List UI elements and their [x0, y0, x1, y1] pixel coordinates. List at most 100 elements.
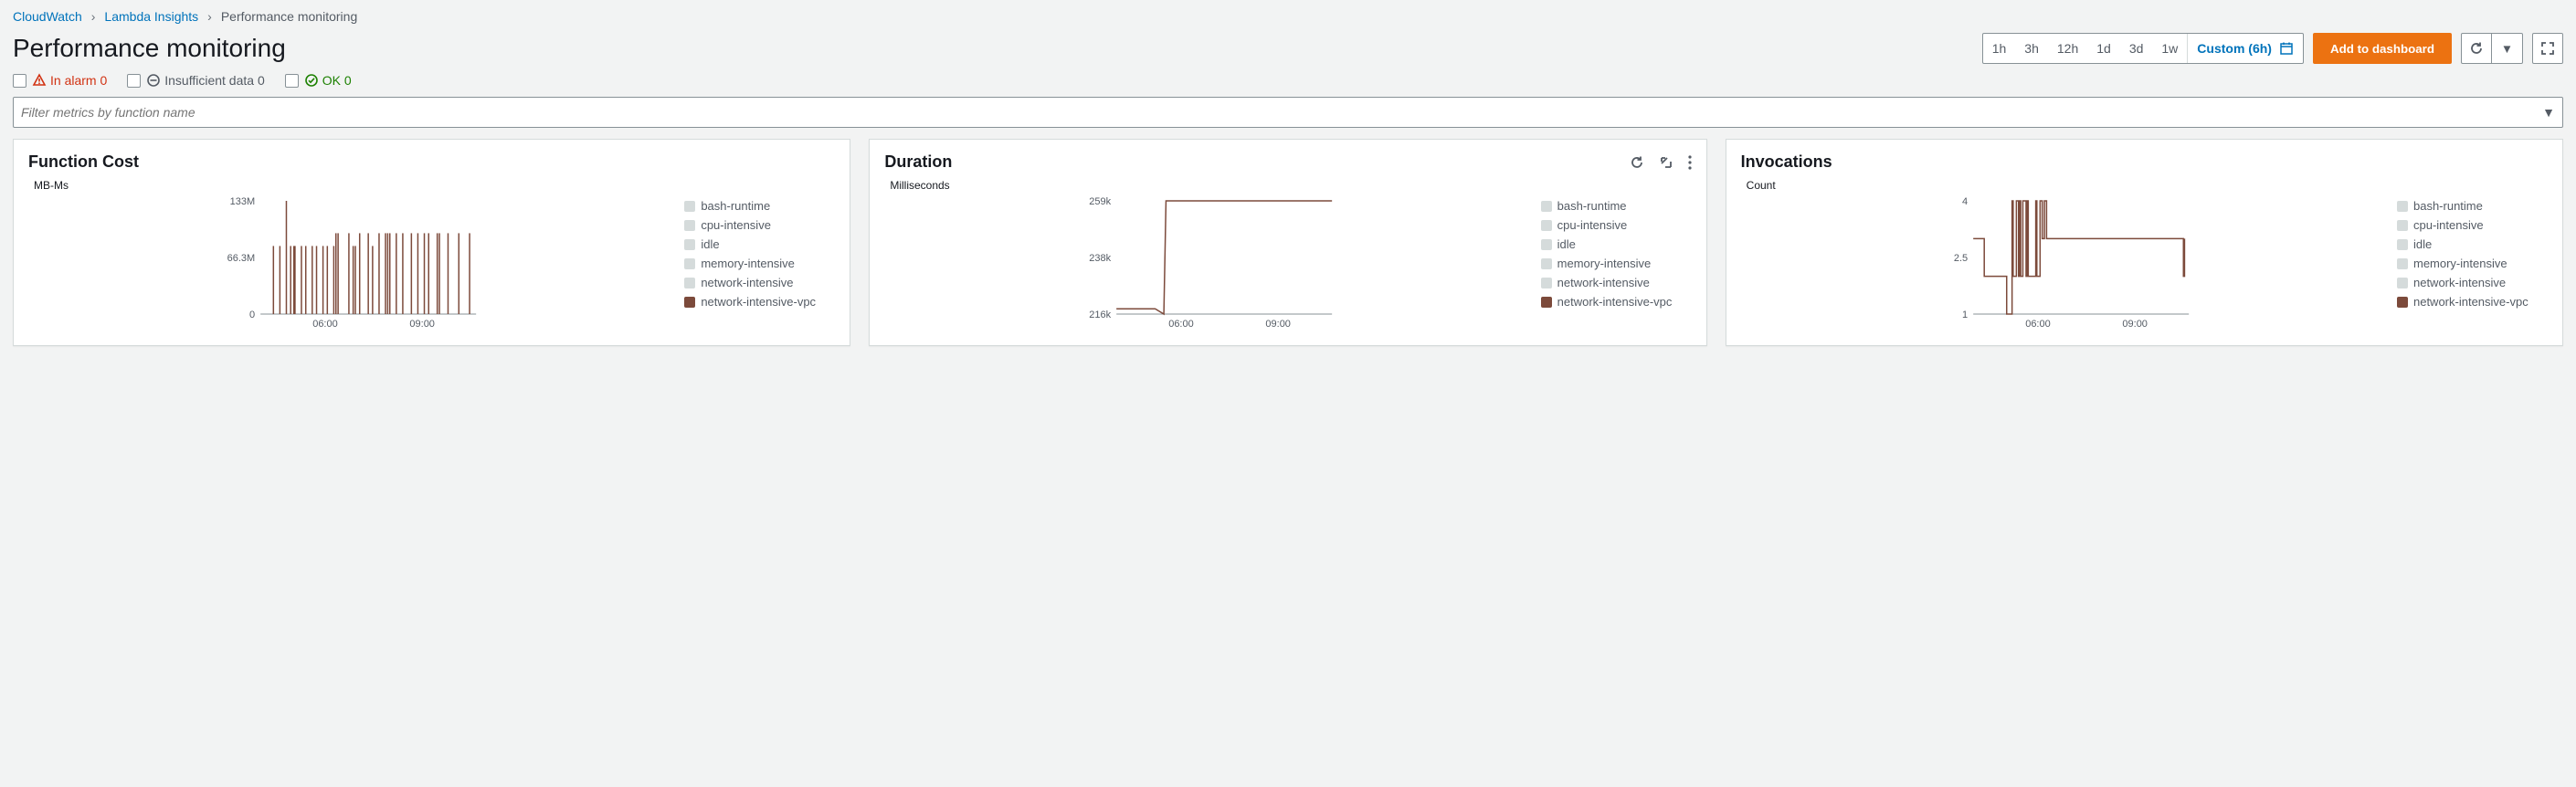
- time-1h[interactable]: 1h: [1983, 34, 2016, 63]
- svg-text:66.3M: 66.3M: [227, 253, 256, 264]
- chart-title: Duration: [884, 152, 952, 172]
- legend-item[interactable]: memory-intensive: [1541, 257, 1692, 270]
- legend-label: network-intensive: [2413, 276, 2506, 289]
- legend-label: network-intensive-vpc: [1557, 295, 1673, 309]
- caret-down-icon[interactable]: ▼: [2542, 105, 2555, 120]
- page-title: Performance monitoring: [13, 34, 286, 63]
- legend-item[interactable]: network-intensive: [1541, 276, 1692, 289]
- filter-input[interactable]: [21, 105, 2542, 120]
- legend-swatch: [1541, 297, 1552, 308]
- svg-text:06:00: 06:00: [312, 319, 338, 330]
- legend-item[interactable]: bash-runtime: [2397, 199, 2548, 213]
- calendar-icon: [2279, 41, 2294, 56]
- legend-label: memory-intensive: [2413, 257, 2507, 270]
- ok-icon: [304, 73, 319, 88]
- legend-swatch: [1541, 258, 1552, 269]
- refresh-button[interactable]: [2461, 33, 2492, 64]
- chart-legend: bash-runtime cpu-intensive idle memory-i…: [1541, 195, 1692, 332]
- svg-text:0: 0: [249, 310, 255, 320]
- legend-swatch: [684, 220, 695, 231]
- legend-item[interactable]: cpu-intensive: [2397, 218, 2548, 232]
- chart-card-function_cost: Function Cost MB-Ms 066.3M133M06:0009:00…: [13, 139, 850, 346]
- legend-item[interactable]: bash-runtime: [1541, 199, 1692, 213]
- caret-down-icon: ▼: [2501, 42, 2513, 56]
- legend-item[interactable]: cpu-intensive: [684, 218, 835, 232]
- chart-card-duration: Duration Milliseconds 216k238k259k06:000…: [869, 139, 1706, 346]
- insufficient-label: Insufficient data 0: [164, 73, 264, 88]
- legend-swatch: [2397, 297, 2408, 308]
- breadcrumb-mid[interactable]: Lambda Insights: [104, 9, 198, 24]
- filter-input-container: ▼: [13, 97, 2563, 128]
- legend-label: network-intensive-vpc: [2413, 295, 2528, 309]
- legend-label: network-intensive: [1557, 276, 1650, 289]
- refresh-dropdown-button[interactable]: ▼: [2492, 33, 2523, 64]
- svg-text:09:00: 09:00: [1266, 319, 1292, 330]
- time-3d[interactable]: 3d: [2120, 34, 2153, 63]
- svg-text:4: 4: [1962, 196, 1968, 207]
- legend-swatch: [684, 278, 695, 289]
- checkbox-insufficient[interactable]: [127, 74, 141, 88]
- legend-label: idle: [701, 237, 719, 251]
- chart-legend: bash-runtime cpu-intensive idle memory-i…: [2397, 195, 2548, 332]
- legend-swatch: [2397, 258, 2408, 269]
- legend-item[interactable]: network-intensive: [2397, 276, 2548, 289]
- legend-swatch: [684, 297, 695, 308]
- alarm-icon: [32, 73, 47, 88]
- time-1d[interactable]: 1d: [2087, 34, 2120, 63]
- ok-label: OK 0: [322, 73, 352, 88]
- legend-label: bash-runtime: [1557, 199, 1627, 213]
- legend-item[interactable]: idle: [2397, 237, 2548, 251]
- svg-text:259k: 259k: [1090, 196, 1112, 207]
- breadcrumb-current: Performance monitoring: [221, 9, 357, 24]
- legend-item[interactable]: network-intensive-vpc: [684, 295, 835, 309]
- expand-icon: [2540, 41, 2555, 56]
- expand-icon[interactable]: [1659, 155, 1673, 170]
- chart-title: Function Cost: [28, 152, 139, 172]
- svg-text:09:00: 09:00: [409, 319, 435, 330]
- legend-label: memory-intensive: [701, 257, 795, 270]
- chart-legend: bash-runtime cpu-intensive idle memory-i…: [684, 195, 835, 332]
- legend-swatch: [2397, 201, 2408, 212]
- checkbox-in-alarm[interactable]: [13, 74, 26, 88]
- svg-text:2.5: 2.5: [1954, 253, 1968, 264]
- legend-item[interactable]: network-intensive-vpc: [1541, 295, 1692, 309]
- legend-label: bash-runtime: [2413, 199, 2483, 213]
- svg-text:06:00: 06:00: [1169, 319, 1195, 330]
- svg-text:09:00: 09:00: [2122, 319, 2148, 330]
- svg-text:133M: 133M: [230, 196, 256, 207]
- legend-label: cpu-intensive: [1557, 218, 1628, 232]
- svg-text:1: 1: [1962, 310, 1968, 320]
- legend-item[interactable]: idle: [684, 237, 835, 251]
- legend-swatch: [2397, 278, 2408, 289]
- insufficient-icon: [146, 73, 161, 88]
- chart-plot: 0 66.3M 133M 06:00 09:00: [28, 195, 675, 332]
- time-custom[interactable]: Custom (6h): [2187, 34, 2303, 63]
- legend-item[interactable]: network-intensive: [684, 276, 835, 289]
- menu-icon[interactable]: [1688, 155, 1692, 170]
- refresh-icon[interactable]: [1630, 155, 1644, 170]
- time-3h[interactable]: 3h: [2015, 34, 2048, 63]
- legend-item[interactable]: network-intensive-vpc: [2397, 295, 2548, 309]
- legend-swatch: [2397, 220, 2408, 231]
- chevron-right-icon: ›: [91, 9, 96, 24]
- legend-label: memory-intensive: [1557, 257, 1652, 270]
- breadcrumb-root[interactable]: CloudWatch: [13, 9, 82, 24]
- checkbox-ok[interactable]: [285, 74, 299, 88]
- legend-swatch: [684, 258, 695, 269]
- legend-item[interactable]: cpu-intensive: [1541, 218, 1692, 232]
- legend-item[interactable]: bash-runtime: [684, 199, 835, 213]
- svg-text:06:00: 06:00: [2025, 319, 2051, 330]
- chart-unit: Count: [1747, 179, 2548, 192]
- chart-title: Invocations: [1741, 152, 1832, 172]
- legend-item[interactable]: memory-intensive: [684, 257, 835, 270]
- legend-item[interactable]: idle: [1541, 237, 1692, 251]
- time-1w[interactable]: 1w: [2152, 34, 2187, 63]
- time-12h[interactable]: 12h: [2048, 34, 2087, 63]
- legend-swatch: [1541, 278, 1552, 289]
- legend-label: network-intensive: [701, 276, 793, 289]
- chart-unit: Milliseconds: [890, 179, 1691, 192]
- fullscreen-button[interactable]: [2532, 33, 2563, 64]
- legend-swatch: [684, 201, 695, 212]
- legend-item[interactable]: memory-intensive: [2397, 257, 2548, 270]
- add-to-dashboard-button[interactable]: Add to dashboard: [2313, 33, 2452, 64]
